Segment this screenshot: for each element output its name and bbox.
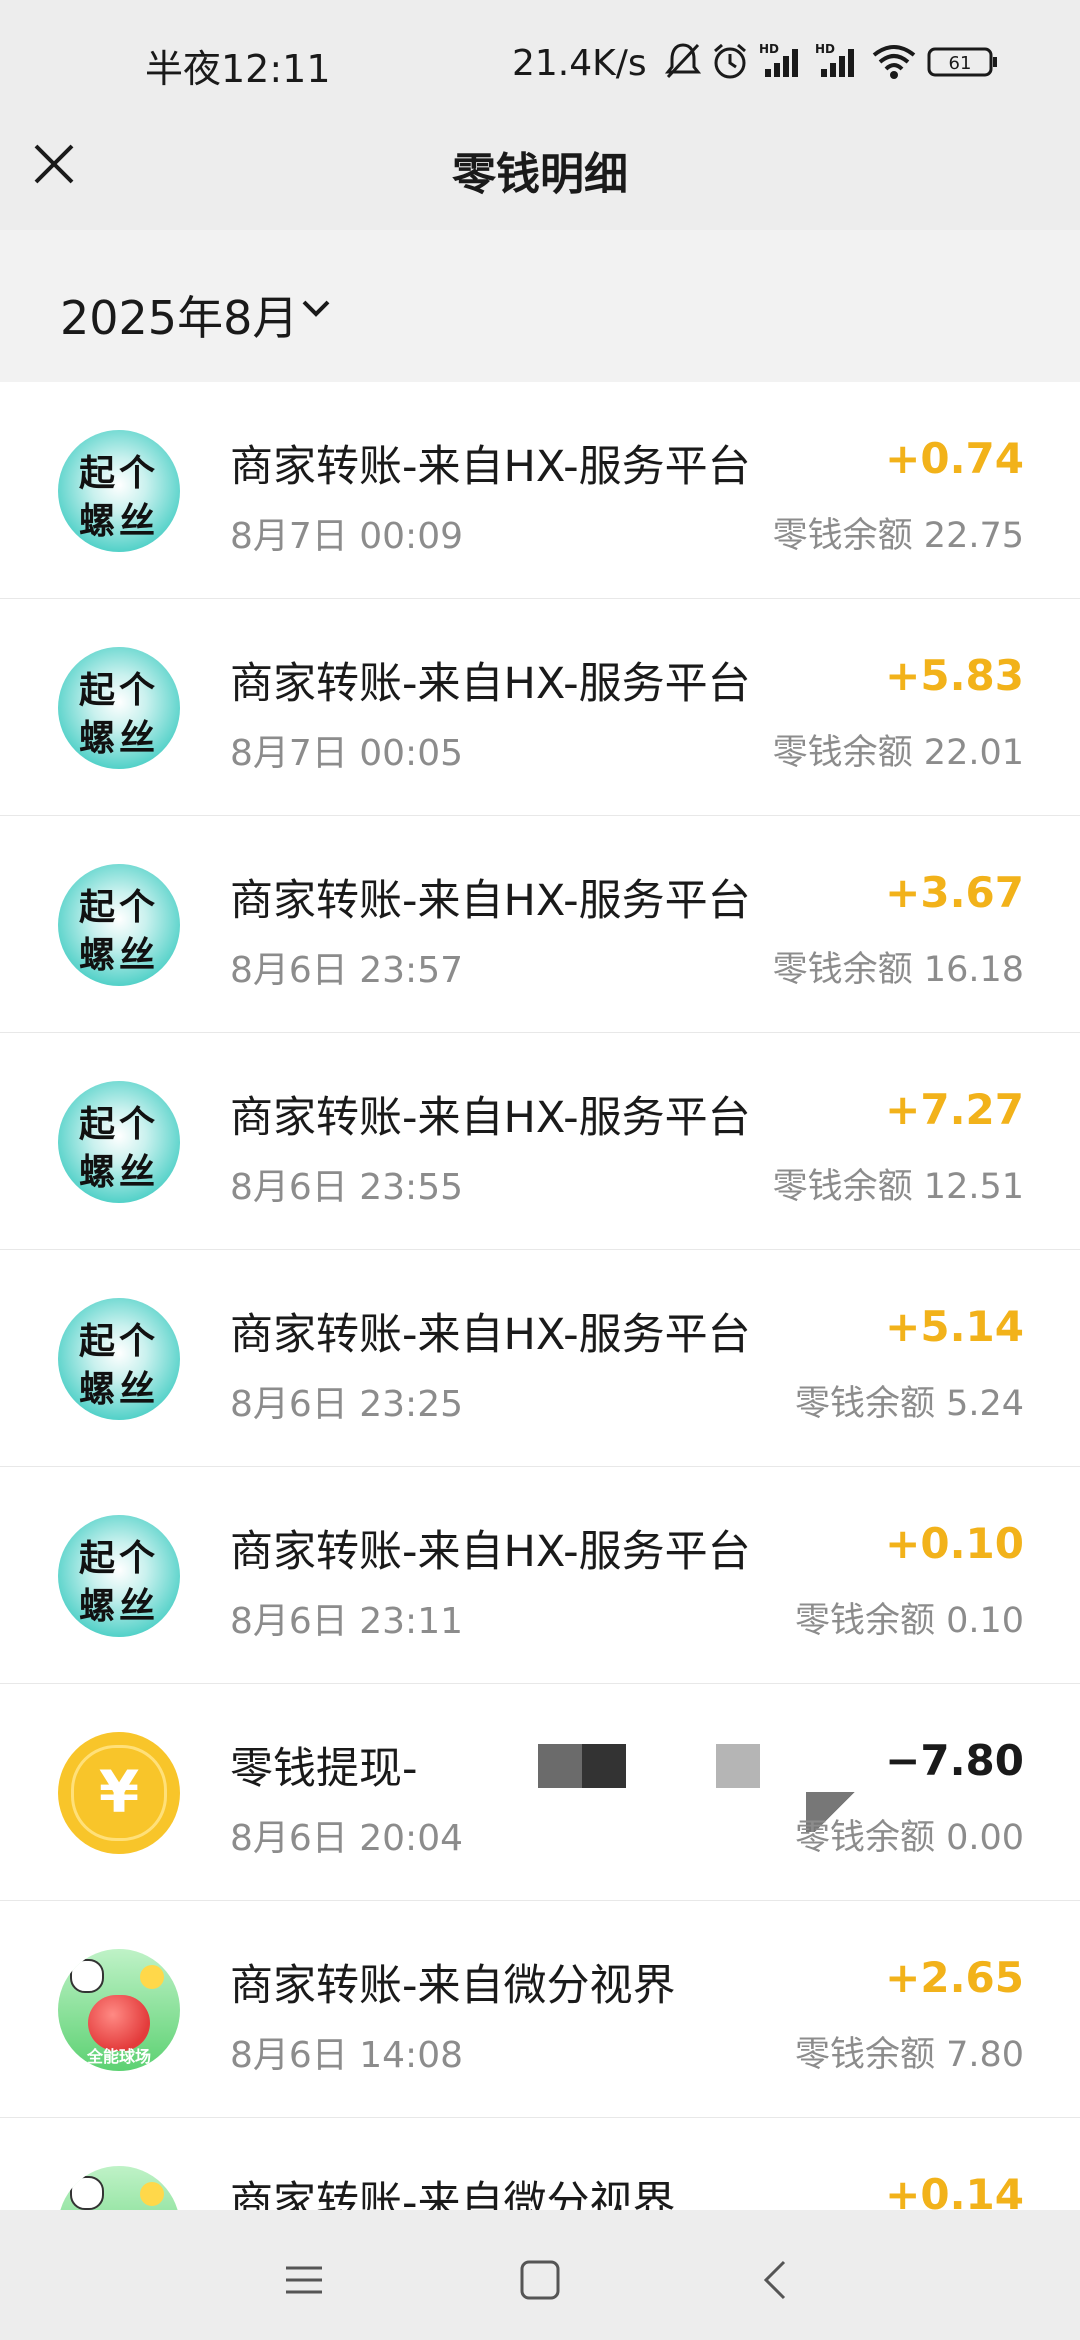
transaction-row[interactable]: 起个 螺丝 商家转账-来自HX-服务平台 8月7日 00:09 +0.74 零钱… bbox=[0, 382, 1080, 599]
avatar-text: 起个 bbox=[78, 1103, 159, 1145]
transaction-row[interactable]: 起个 螺丝 商家转账-来自HX-服务平台 8月6日 23:57 +3.67 零钱… bbox=[0, 816, 1080, 1033]
transaction-title: 商家转账-来自HX-服务平台 bbox=[230, 876, 751, 926]
transaction-list: 起个 螺丝 商家转账-来自HX-服务平台 8月7日 00:09 +0.74 零钱… bbox=[0, 382, 1080, 2335]
transaction-title: 商家转账-来自HX-服务平台 bbox=[230, 1527, 751, 1577]
transaction-balance: 零钱余额 22.01 bbox=[772, 733, 1024, 773]
avatar-text: 起个 bbox=[78, 452, 159, 494]
transaction-time: 8月7日 00:05 bbox=[230, 733, 463, 774]
transaction-time: 8月6日 23:11 bbox=[230, 1601, 463, 1642]
back-icon[interactable] bbox=[754, 2258, 798, 2302]
hd-signal-icon: HD bbox=[759, 41, 805, 85]
soccer-ball-icon bbox=[70, 1959, 104, 1993]
transaction-amount: +5.83 bbox=[885, 651, 1024, 700]
transaction-title: 零钱提现- bbox=[230, 1744, 418, 1794]
wifi-icon bbox=[871, 41, 917, 85]
mute-icon bbox=[664, 41, 701, 85]
merchant-avatar: 起个 螺丝 bbox=[58, 1515, 180, 1637]
transaction-row[interactable]: ¥ 零钱提现- 8月6日 20:04 −7.80 零钱余额 0.00 bbox=[0, 1684, 1080, 1901]
transaction-balance: 零钱余额 0.00 bbox=[794, 1818, 1024, 1858]
merchant-avatar: 起个 螺丝 bbox=[58, 430, 180, 552]
ball-icon bbox=[140, 1965, 164, 1989]
transaction-amount: +7.27 bbox=[885, 1085, 1024, 1134]
transaction-title: 商家转账-来自HX-服务平台 bbox=[230, 659, 751, 709]
menu-icon[interactable] bbox=[282, 2258, 326, 2302]
transaction-row[interactable]: 起个 螺丝 商家转账-来自HX-服务平台 8月6日 23:25 +5.14 零钱… bbox=[0, 1250, 1080, 1467]
avatar-text: 螺丝 bbox=[78, 1368, 159, 1410]
avatar-label: 全能球场 bbox=[86, 2047, 151, 2066]
page-title: 零钱明细 bbox=[452, 149, 628, 200]
hd-signal-icon: HD bbox=[815, 41, 861, 85]
avatar-text: 螺丝 bbox=[78, 1585, 159, 1627]
transaction-balance: 零钱余额 22.75 bbox=[772, 516, 1024, 556]
alarm-icon bbox=[711, 41, 749, 85]
avatar-text: 螺丝 bbox=[78, 717, 159, 759]
transaction-row[interactable]: 全能球场 商家转账-来自微分视界 8月6日 14:08 +2.65 零钱余额 7… bbox=[0, 1901, 1080, 2118]
redaction-block bbox=[716, 1744, 760, 1788]
avatar-text: 螺丝 bbox=[78, 500, 159, 542]
transaction-time: 8月7日 00:09 bbox=[230, 516, 463, 557]
avatar-text: 螺丝 bbox=[78, 1151, 159, 1193]
transaction-time: 8月6日 14:08 bbox=[230, 2035, 463, 2076]
header: 零钱明细 bbox=[0, 100, 1080, 230]
yen-coin-icon: ¥ bbox=[58, 1732, 180, 1854]
ball-icon bbox=[140, 2182, 164, 2206]
transaction-amount: −7.80 bbox=[885, 1736, 1024, 1785]
svg-text:HD: HD bbox=[759, 42, 779, 56]
avatar-text: 起个 bbox=[78, 1320, 159, 1362]
system-nav-bar bbox=[0, 2210, 1080, 2340]
merchant-avatar: 起个 螺丝 bbox=[58, 1081, 180, 1203]
home-icon[interactable] bbox=[518, 2258, 562, 2302]
transaction-amount: +0.10 bbox=[885, 1519, 1024, 1568]
transaction-title: 商家转账-来自HX-服务平台 bbox=[230, 442, 751, 492]
transaction-amount: +0.74 bbox=[885, 434, 1024, 483]
transaction-row[interactable]: 起个 螺丝 商家转账-来自HX-服务平台 8月7日 00:05 +5.83 零钱… bbox=[0, 599, 1080, 816]
transaction-title: 商家转账-来自HX-服务平台 bbox=[230, 1093, 751, 1143]
transaction-time: 8月6日 23:57 bbox=[230, 950, 463, 991]
network-speed: 21.4K/s bbox=[512, 42, 647, 84]
redaction-block bbox=[538, 1744, 582, 1788]
avatar-text: 起个 bbox=[78, 669, 159, 711]
transaction-time: 8月6日 20:04 bbox=[230, 1818, 463, 1859]
battery-icon: 61 bbox=[927, 41, 999, 85]
status-right: 21.4K/s HD HD 61 bbox=[512, 38, 999, 88]
transaction-balance: 零钱余额 5.24 bbox=[794, 1384, 1024, 1424]
transaction-balance: 零钱余额 12.51 bbox=[772, 1167, 1024, 1207]
avatar-text: 螺丝 bbox=[78, 934, 159, 976]
transaction-row[interactable]: 起个 螺丝 商家转账-来自HX-服务平台 8月6日 23:55 +7.27 零钱… bbox=[0, 1033, 1080, 1250]
transaction-time: 8月6日 23:25 bbox=[230, 1384, 463, 1425]
transaction-amount: +3.67 bbox=[885, 868, 1024, 917]
merchant-avatar: 起个 螺丝 bbox=[58, 647, 180, 769]
transaction-balance: 零钱余额 16.18 bbox=[772, 950, 1024, 990]
chevron-down-icon[interactable] bbox=[300, 296, 332, 320]
yen-symbol: ¥ bbox=[98, 1758, 140, 1826]
transaction-balance: 零钱余额 0.10 bbox=[794, 1601, 1024, 1641]
transaction-title: 商家转账-来自HX-服务平台 bbox=[230, 1310, 751, 1360]
avatar-text: 起个 bbox=[78, 1537, 159, 1579]
transaction-row[interactable]: 起个 螺丝 商家转账-来自HX-服务平台 8月6日 23:11 +0.10 零钱… bbox=[0, 1467, 1080, 1684]
merchant-avatar: 起个 螺丝 bbox=[58, 864, 180, 986]
transaction-amount: +5.14 bbox=[885, 1302, 1024, 1351]
merchant-avatar: 起个 螺丝 bbox=[58, 1298, 180, 1420]
soccer-ball-icon bbox=[70, 2176, 104, 2210]
avatar-text: 起个 bbox=[78, 886, 159, 928]
transaction-time: 8月6日 23:55 bbox=[230, 1167, 463, 1208]
transaction-title: 商家转账-来自微分视界 bbox=[230, 1961, 676, 2011]
status-time: 半夜12:11 bbox=[145, 47, 331, 91]
transaction-balance: 零钱余额 7.80 bbox=[794, 2035, 1024, 2075]
month-filter[interactable]: 2025年8月 bbox=[0, 230, 1080, 382]
transaction-amount: +2.65 bbox=[885, 1953, 1024, 2002]
svg-text:61: 61 bbox=[948, 53, 971, 74]
merchant-avatar: 全能球场 bbox=[58, 1949, 180, 2071]
svg-text:HD: HD bbox=[815, 42, 835, 56]
redaction-block bbox=[582, 1744, 626, 1788]
month-label[interactable]: 2025年8月 bbox=[60, 282, 298, 348]
